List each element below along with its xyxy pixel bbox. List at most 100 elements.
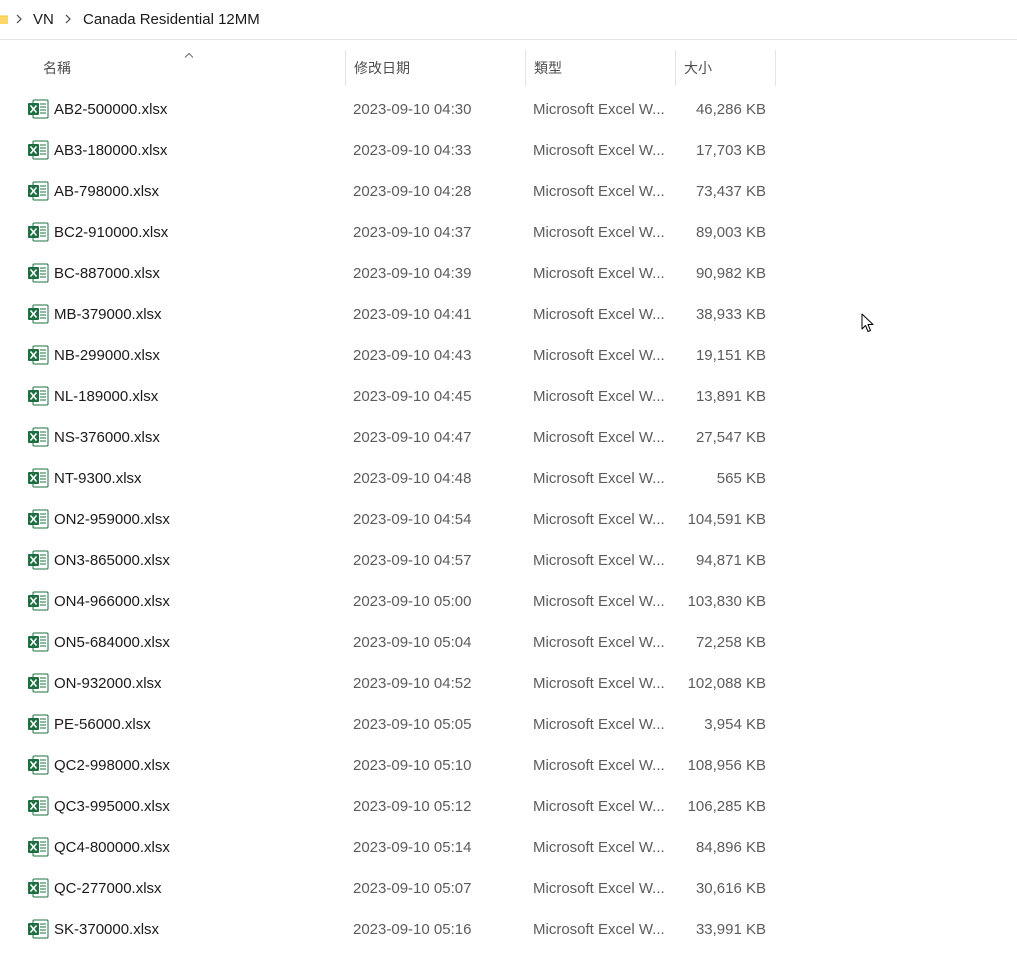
column-header-row: 名稱 修改日期 類型 大小	[0, 48, 1017, 88]
file-type: Microsoft Excel W...	[533, 511, 665, 528]
modified-date: 2023-09-10 04:30	[353, 101, 472, 118]
file-name[interactable]: BC-887000.xlsx	[54, 253, 160, 294]
file-size: 106,285 KB	[687, 798, 766, 815]
excel-file-icon	[28, 181, 49, 201]
modified-date: 2023-09-10 04:54	[353, 511, 472, 528]
file-size: 17,703 KB	[695, 142, 766, 159]
column-header-size-label: 大小	[684, 60, 712, 76]
file-type: Microsoft Excel W...	[533, 634, 665, 651]
excel-file-icon	[28, 222, 49, 242]
excel-file-icon	[28, 304, 49, 324]
modified-date: 2023-09-10 04:48	[353, 470, 472, 487]
file-type: Microsoft Excel W...	[533, 388, 665, 405]
excel-file-icon	[28, 99, 49, 119]
column-divider[interactable]	[775, 50, 776, 86]
file-row[interactable]: NB-299000.xlsx 2023-09-10 04:43 Microsoft …	[0, 335, 1017, 376]
file-row[interactable]: ON4-966000.xlsx 2023-09-10 05:00 Microsoft…	[0, 581, 1017, 622]
file-row[interactable]: QC2-998000.xlsx 2023-09-10 05:10 Microsoft…	[0, 745, 1017, 786]
file-name[interactable]: NB-299000.xlsx	[54, 335, 160, 376]
modified-date: 2023-09-10 05:14	[353, 839, 472, 856]
file-size: 72,258 KB	[695, 634, 766, 651]
column-header-date-label: 修改日期	[354, 60, 410, 76]
modified-date: 2023-09-10 04:39	[353, 265, 472, 282]
file-row[interactable]: PE-56000.xlsx 2023-09-10 05:05 Microsoft E…	[0, 704, 1017, 745]
column-header-date[interactable]: 修改日期	[346, 48, 525, 88]
file-name[interactable]: QC4-800000.xlsx	[54, 827, 170, 868]
file-size: 102,088 KB	[687, 675, 766, 692]
file-row[interactable]: NT-9300.xlsx 2023-09-10 04:48 Microsoft Ex…	[0, 458, 1017, 499]
file-name[interactable]: QC-277000.xlsx	[54, 868, 162, 909]
modified-date: 2023-09-10 05:05	[353, 716, 472, 733]
file-row[interactable]: NL-189000.xlsx 2023-09-10 04:45 Microsoft …	[0, 376, 1017, 417]
file-row[interactable]: AB2-500000.xlsx 2023-09-10 04:30 Microsoft…	[0, 89, 1017, 130]
file-size: 104,591 KB	[687, 511, 766, 528]
excel-file-icon	[28, 427, 49, 447]
modified-date: 2023-09-10 04:37	[353, 224, 472, 241]
column-header-size[interactable]: 大小	[676, 48, 775, 88]
chevron-right-icon[interactable]	[63, 11, 73, 27]
excel-file-icon	[28, 140, 49, 160]
file-name[interactable]: QC3-995000.xlsx	[54, 786, 170, 827]
file-row[interactable]: ON3-865000.xlsx 2023-09-10 04:57 Microsoft…	[0, 540, 1017, 581]
chevron-right-icon[interactable]	[14, 11, 24, 27]
file-row[interactable]: ON2-959000.xlsx 2023-09-10 04:54 Microsoft…	[0, 499, 1017, 540]
file-name[interactable]: NS-376000.xlsx	[54, 417, 160, 458]
file-row[interactable]: ON5-684000.xlsx 2023-09-10 05:04 Microsoft…	[0, 622, 1017, 663]
excel-file-icon	[28, 919, 49, 939]
file-size: 27,547 KB	[695, 429, 766, 446]
file-size: 46,286 KB	[695, 101, 766, 118]
file-row[interactable]: ON-932000.xlsx 2023-09-10 04:52 Microsoft …	[0, 663, 1017, 704]
file-type: Microsoft Excel W...	[533, 224, 665, 241]
excel-file-icon	[28, 632, 49, 652]
file-row[interactable]: BC2-910000.xlsx 2023-09-10 04:37 Microsoft…	[0, 212, 1017, 253]
file-name[interactable]: AB3-180000.xlsx	[54, 130, 167, 171]
file-name[interactable]: ON2-959000.xlsx	[54, 499, 170, 540]
file-size: 90,982 KB	[695, 265, 766, 282]
column-header-type-label: 類型	[534, 60, 562, 76]
file-name[interactable]: AB-798000.xlsx	[54, 171, 159, 212]
file-type: Microsoft Excel W...	[533, 593, 665, 610]
excel-file-icon	[28, 673, 49, 693]
file-name[interactable]: PE-56000.xlsx	[54, 704, 151, 745]
file-name[interactable]: SK-370000.xlsx	[54, 909, 159, 950]
column-header-name-label: 名稱	[43, 60, 71, 76]
file-name[interactable]: ON-932000.xlsx	[54, 663, 162, 704]
column-header-type[interactable]: 類型	[526, 48, 675, 88]
file-type: Microsoft Excel W...	[533, 798, 665, 815]
file-row[interactable]: QC-277000.xlsx 2023-09-10 05:07 Microsoft …	[0, 868, 1017, 909]
file-size: 103,830 KB	[687, 593, 766, 610]
file-row[interactable]: QC4-800000.xlsx 2023-09-10 05:14 Microsoft…	[0, 827, 1017, 868]
breadcrumb-item-vn[interactable]: VN	[33, 10, 54, 30]
folder-icon[interactable]	[0, 12, 8, 24]
file-name[interactable]: ON4-966000.xlsx	[54, 581, 170, 622]
file-type: Microsoft Excel W...	[533, 183, 665, 200]
excel-file-icon	[28, 714, 49, 734]
file-size: 108,956 KB	[687, 757, 766, 774]
file-row[interactable]: BC-887000.xlsx 2023-09-10 04:39 Microsoft …	[0, 253, 1017, 294]
modified-date: 2023-09-10 04:41	[353, 306, 472, 323]
file-name[interactable]: NT-9300.xlsx	[54, 458, 142, 499]
file-name[interactable]: AB2-500000.xlsx	[54, 89, 167, 130]
excel-file-icon	[28, 468, 49, 488]
file-row[interactable]: QC3-995000.xlsx 2023-09-10 05:12 Microsoft…	[0, 786, 1017, 827]
file-name[interactable]: BC2-910000.xlsx	[54, 212, 168, 253]
breadcrumb-item-current-folder[interactable]: Canada Residential 12MM	[83, 10, 260, 30]
mouse-cursor-icon	[861, 313, 874, 332]
file-row[interactable]: SK-370000.xlsx 2023-09-10 05:16 Microsoft …	[0, 909, 1017, 950]
modified-date: 2023-09-10 04:57	[353, 552, 472, 569]
file-type: Microsoft Excel W...	[533, 429, 665, 446]
file-name[interactable]: ON5-684000.xlsx	[54, 622, 170, 663]
file-type: Microsoft Excel W...	[533, 142, 665, 159]
file-name[interactable]: ON3-865000.xlsx	[54, 540, 170, 581]
file-row[interactable]: AB3-180000.xlsx 2023-09-10 04:33 Microsoft…	[0, 130, 1017, 171]
file-type: Microsoft Excel W...	[533, 880, 665, 897]
file-name[interactable]: QC2-998000.xlsx	[54, 745, 170, 786]
file-name[interactable]: NL-189000.xlsx	[54, 376, 158, 417]
excel-file-icon	[28, 837, 49, 857]
file-name[interactable]: MB-379000.xlsx	[54, 294, 162, 335]
modified-date: 2023-09-10 05:04	[353, 634, 472, 651]
file-row[interactable]: NS-376000.xlsx 2023-09-10 04:47 Microsoft …	[0, 417, 1017, 458]
excel-file-icon	[28, 550, 49, 570]
modified-date: 2023-09-10 04:43	[353, 347, 472, 364]
file-row[interactable]: AB-798000.xlsx 2023-09-10 04:28 Microsoft …	[0, 171, 1017, 212]
